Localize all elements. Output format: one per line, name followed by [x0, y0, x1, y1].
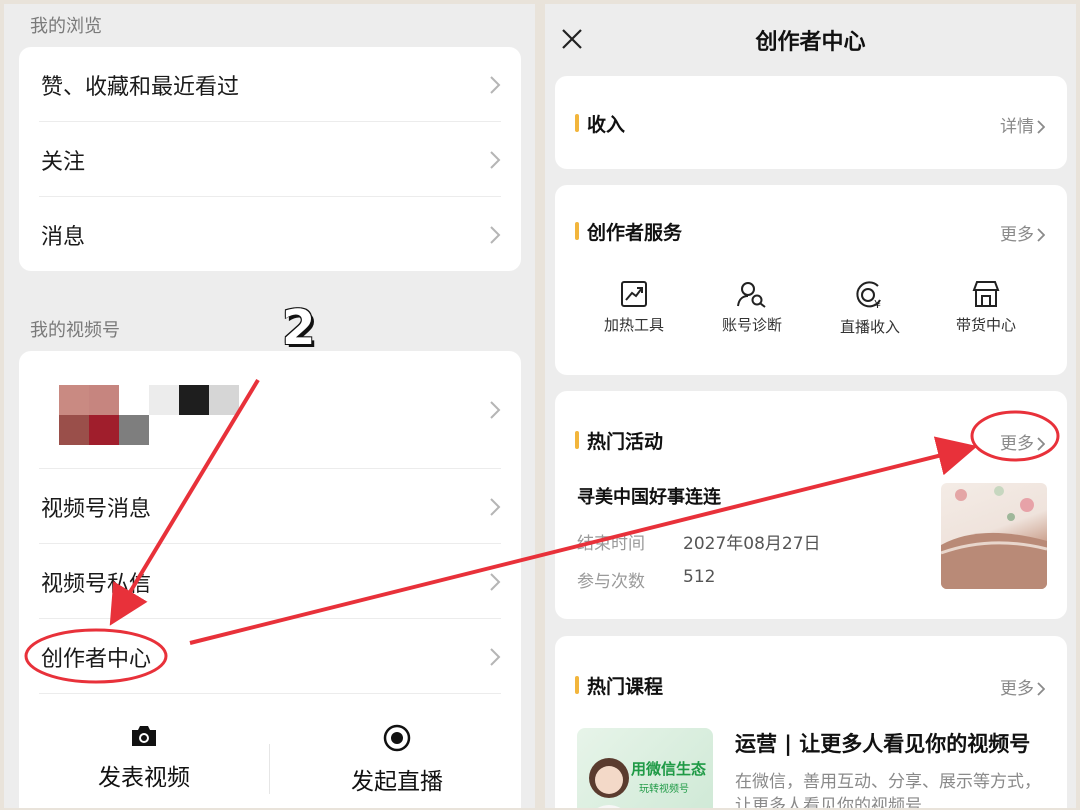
- list-item-label: 视频号消息: [41, 496, 152, 522]
- creator-services-card: 创作者服务 更多 加热工具 账号诊断 ¥ 直播收入 带货中心: [555, 185, 1067, 375]
- channels-section-label: 我的视频号: [30, 320, 120, 341]
- service-account-diagnosis[interactable]: 账号诊断: [697, 280, 807, 335]
- list-item-label: 创作者中心: [41, 646, 152, 672]
- live-income-icon: ¥: [856, 281, 881, 310]
- step-number-badge: 2: [282, 300, 316, 356]
- income-detail-link[interactable]: 详情: [1000, 112, 1046, 137]
- camera-icon: [132, 726, 156, 746]
- page-title: 创作者中心: [755, 30, 866, 55]
- chevron-right-icon: [490, 401, 501, 419]
- store-icon: [972, 281, 1000, 307]
- list-item-label: 关注: [41, 149, 86, 175]
- activity-count-label: 参与次数: [577, 572, 645, 592]
- list-item-follow[interactable]: 关注: [19, 122, 521, 197]
- hot-activities-card: 热门活动 更多 寻美中国好事连连 结束时间 2027年08月27日 参与次数 5…: [555, 391, 1067, 619]
- browse-section-label: 我的浏览: [30, 16, 102, 37]
- list-item-channel-messages[interactable]: 视频号消息: [19, 469, 521, 544]
- chevron-right-icon: [490, 150, 501, 169]
- chevron-right-icon: [490, 225, 501, 244]
- chevron-right-icon: [1037, 437, 1046, 451]
- hot-courses-card: 热门课程 更多 用微信生态 玩转视频号 运营 | 让更多人看见你的视频号 在微信…: [555, 636, 1067, 808]
- list-item-messages[interactable]: 消息: [19, 197, 521, 272]
- activity-thumbnail: [941, 483, 1047, 589]
- courses-more-link[interactable]: 更多: [1000, 674, 1046, 699]
- live-record-icon: [383, 724, 411, 752]
- chevron-right-icon: [490, 647, 501, 666]
- user-search-icon: [737, 282, 766, 308]
- activity-count-value: 512: [683, 567, 716, 587]
- course-description: 在微信，善用互动、分享、展示等方式，让更多人看见你的视频号: [735, 772, 1041, 808]
- activity-title: 寻美中国好事连连: [577, 487, 721, 508]
- income-title: 收入: [575, 110, 625, 137]
- avatar: [59, 385, 239, 445]
- courses-title: 热门课程: [575, 672, 663, 699]
- service-live-income[interactable]: ¥ 直播收入: [815, 280, 925, 337]
- list-item-label: 消息: [41, 224, 86, 250]
- post-video-button[interactable]: 发表视频: [19, 724, 269, 792]
- list-item-label: 赞、收藏和最近看过: [41, 74, 240, 100]
- trend-chart-icon: [621, 281, 647, 307]
- service-boost-tool[interactable]: 加热工具: [579, 280, 689, 335]
- course-thumb-text: 用微信生态: [631, 760, 707, 778]
- service-sales-center[interactable]: 带货中心: [931, 280, 1041, 335]
- my-page-panel: 我的浏览 赞、收藏和最近看过 关注 消息 我的视频号 视频号消息 视频号私信 创…: [4, 4, 535, 808]
- list-item-label: 视频号私信: [41, 571, 152, 597]
- activities-more-link[interactable]: 更多: [1000, 429, 1046, 454]
- chevron-right-icon: [1037, 228, 1046, 242]
- income-card[interactable]: 收入 详情: [555, 76, 1067, 169]
- browse-card: 赞、收藏和最近看过 关注 消息: [19, 47, 521, 271]
- svg-text:¥: ¥: [874, 298, 881, 310]
- start-live-button[interactable]: 发起直播: [272, 724, 522, 796]
- services-title: 创作者服务: [575, 218, 682, 245]
- chevron-right-icon: [1037, 682, 1046, 696]
- channel-profile-row[interactable]: [19, 351, 521, 469]
- activity-end-label: 结束时间: [577, 534, 645, 554]
- chevron-right-icon: [490, 497, 501, 516]
- list-item-channel-dm[interactable]: 视频号私信: [19, 544, 521, 619]
- course-thumbnail: 用微信生态 玩转视频号: [577, 728, 713, 808]
- list-item-creator-center[interactable]: 创作者中心: [19, 619, 521, 694]
- creator-center-panel: 创作者中心 收入 详情 创作者服务 更多 加热工具 账号诊断 ¥ 直播收入 带货…: [545, 4, 1076, 808]
- course-title: 运营 | 让更多人看见你的视频号: [735, 732, 1031, 756]
- activities-title: 热门活动: [575, 427, 663, 454]
- chevron-right-icon: [1037, 120, 1046, 134]
- chevron-right-icon: [490, 75, 501, 94]
- activity-end-value: 2027年08月27日: [683, 534, 821, 554]
- course-thumb-subtext: 玩转视频号: [639, 784, 689, 795]
- actions-divider: [269, 744, 270, 794]
- chevron-right-icon: [490, 572, 501, 591]
- services-more-link[interactable]: 更多: [1000, 220, 1046, 245]
- list-item-likes[interactable]: 赞、收藏和最近看过: [19, 47, 521, 122]
